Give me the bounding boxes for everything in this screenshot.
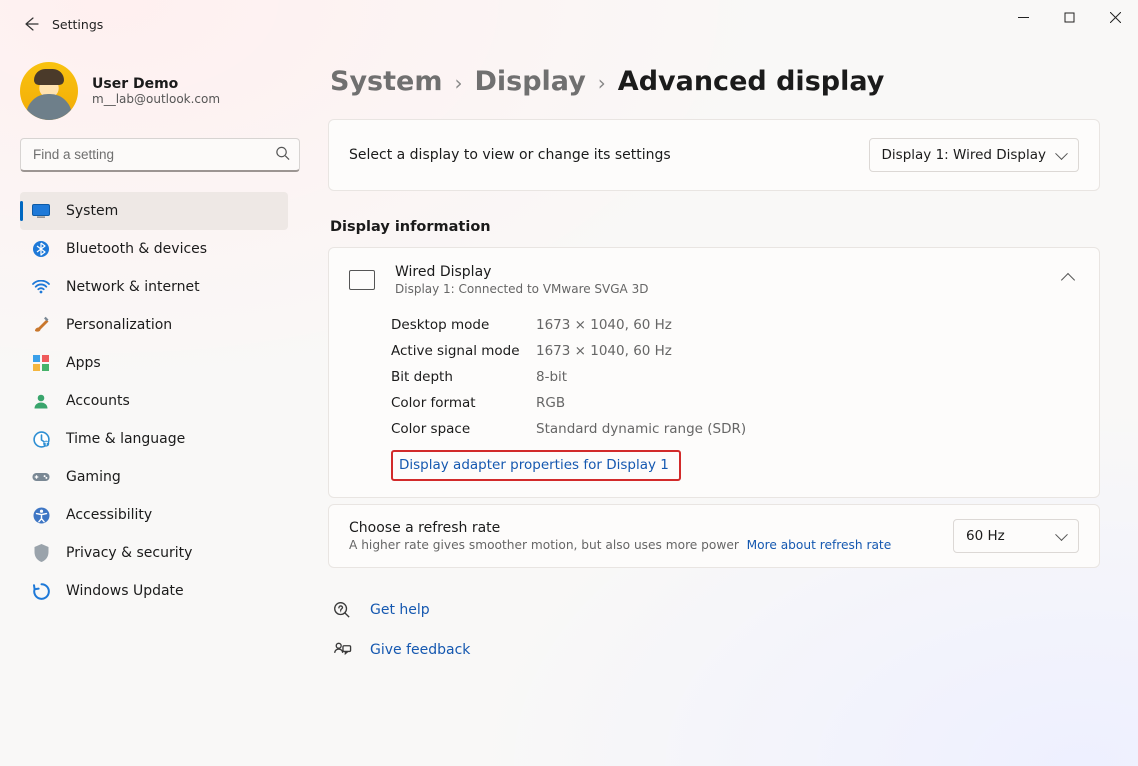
brush-icon: [32, 316, 50, 334]
give-feedback-link[interactable]: Give feedback: [370, 642, 470, 658]
search-input[interactable]: [20, 138, 300, 172]
display-name: Wired Display: [395, 264, 1043, 280]
display-prop-key: Bit depth: [391, 369, 536, 385]
sidebar-item-accessibility[interactable]: Accessibility: [20, 496, 288, 534]
display-prop-key: Color format: [391, 395, 536, 411]
main-content: System › Display › Advanced display Sele…: [308, 48, 1138, 766]
gaming-icon: [32, 468, 50, 486]
user-email: m__lab@outlook.com: [92, 92, 220, 106]
privacy-icon: [32, 544, 50, 562]
wifi-icon: [32, 278, 50, 296]
sidebar-item-label: System: [66, 203, 118, 219]
sidebar-item-label: Apps: [66, 355, 101, 371]
select-display-card: Select a display to view or change its s…: [328, 119, 1100, 191]
display-prop-value: 1673 × 1040, 60 Hz: [536, 317, 672, 333]
display-adapter-properties-link[interactable]: Display adapter properties for Display 1: [391, 450, 681, 481]
clock-icon: [32, 430, 50, 448]
breadcrumb: System › Display › Advanced display: [330, 66, 1100, 97]
arrow-left-icon: [23, 16, 39, 32]
monitor-icon: [349, 270, 375, 290]
refresh-rate-dropdown[interactable]: 60 Hz: [953, 519, 1079, 553]
sidebar-item-label: Gaming: [66, 469, 121, 485]
footer-links: Get help Give feedback: [328, 590, 1100, 670]
sidebar-item-personalization[interactable]: Personalization: [20, 306, 288, 344]
close-button[interactable]: [1092, 0, 1138, 34]
sidebar-item-label: Accessibility: [66, 507, 152, 523]
maximize-button[interactable]: [1046, 0, 1092, 34]
window-controls: [1000, 0, 1138, 34]
display-sub: Display 1: Connected to VMware SVGA 3D: [395, 282, 1043, 296]
sidebar-item-windows-update[interactable]: Windows Update: [20, 572, 288, 610]
apps-icon: [32, 354, 50, 372]
search-icon: [275, 146, 290, 165]
nav-list: System Bluetooth & devices Network & inter…: [20, 192, 288, 610]
refresh-more-link[interactable]: More about refresh rate: [747, 538, 892, 552]
display-prop-value: 1673 × 1040, 60 Hz: [536, 343, 672, 359]
system-icon: [32, 202, 50, 220]
display-prop-key: Active signal mode: [391, 343, 536, 359]
display-prop-row: Desktop mode1673 × 1040, 60 Hz: [391, 312, 1079, 338]
get-help-link[interactable]: Get help: [370, 602, 430, 618]
help-icon: [332, 600, 352, 620]
select-display-text: Select a display to view or change its s…: [349, 147, 853, 163]
refresh-sub: A higher rate gives smoother motion, but…: [349, 538, 937, 552]
search-container: [20, 138, 300, 172]
sidebar-item-network[interactable]: Network & internet: [20, 268, 288, 306]
sidebar-item-privacy[interactable]: Privacy & security: [20, 534, 288, 572]
accessibility-icon: [32, 506, 50, 524]
display-props: Desktop mode1673 × 1040, 60 HzActive sig…: [329, 312, 1099, 497]
sidebar-item-label: Time & language: [66, 431, 185, 447]
breadcrumb-current: Advanced display: [618, 66, 885, 97]
get-help-row[interactable]: Get help: [328, 590, 1100, 630]
sidebar-item-accounts[interactable]: Accounts: [20, 382, 288, 420]
sidebar: User Demo m__lab@outlook.com System Bluet…: [0, 48, 308, 766]
titlebar: Settings: [0, 0, 1138, 48]
section-title: Display information: [330, 219, 1098, 235]
sidebar-item-label: Privacy & security: [66, 545, 192, 561]
back-button[interactable]: [12, 6, 50, 42]
give-feedback-row[interactable]: Give feedback: [328, 630, 1100, 670]
display-prop-row: Color spaceStandard dynamic range (SDR): [391, 416, 1079, 442]
sidebar-item-label: Windows Update: [66, 583, 184, 599]
refresh-title: Choose a refresh rate: [349, 520, 937, 536]
display-prop-row: Bit depth8-bit: [391, 364, 1079, 390]
app-title: Settings: [52, 17, 103, 32]
display-prop-row: Active signal mode1673 × 1040, 60 Hz: [391, 338, 1079, 364]
display-prop-key: Desktop mode: [391, 317, 536, 333]
sidebar-item-label: Network & internet: [66, 279, 200, 295]
feedback-icon: [332, 640, 352, 660]
update-icon: [32, 582, 50, 600]
bluetooth-icon: [32, 240, 50, 258]
refresh-rate-value: 60 Hz: [966, 528, 1005, 544]
sidebar-item-label: Bluetooth & devices: [66, 241, 207, 257]
display-info-header[interactable]: Wired Display Display 1: Connected to VM…: [329, 248, 1099, 312]
chevron-up-icon: [1061, 273, 1075, 287]
sidebar-item-bt-devices[interactable]: Bluetooth & devices: [20, 230, 288, 268]
display-prop-row: Color formatRGB: [391, 390, 1079, 416]
breadcrumb-display[interactable]: Display: [474, 66, 585, 97]
sidebar-item-label: Personalization: [66, 317, 172, 333]
accounts-icon: [32, 392, 50, 410]
display-prop-value: 8-bit: [536, 369, 567, 385]
sidebar-item-time-language[interactable]: Time & language: [20, 420, 288, 458]
display-prop-value: RGB: [536, 395, 565, 411]
sidebar-item-system[interactable]: System: [20, 192, 288, 230]
select-display-dropdown[interactable]: Display 1: Wired Display: [869, 138, 1079, 172]
sidebar-item-apps[interactable]: Apps: [20, 344, 288, 382]
breadcrumb-system[interactable]: System: [330, 66, 442, 97]
avatar: [20, 62, 78, 120]
display-info-card: Wired Display Display 1: Connected to VM…: [328, 247, 1100, 498]
display-prop-key: Color space: [391, 421, 536, 437]
minimize-button[interactable]: [1000, 0, 1046, 34]
display-prop-value: Standard dynamic range (SDR): [536, 421, 746, 437]
chevron-right-icon: ›: [454, 71, 462, 95]
chevron-right-icon: ›: [598, 71, 606, 95]
user-name: User Demo: [92, 76, 220, 92]
refresh-rate-card: Choose a refresh rate A higher rate give…: [328, 504, 1100, 568]
user-header[interactable]: User Demo m__lab@outlook.com: [20, 62, 288, 120]
sidebar-item-gaming[interactable]: Gaming: [20, 458, 288, 496]
sidebar-item-label: Accounts: [66, 393, 130, 409]
select-display-value: Display 1: Wired Display: [882, 147, 1046, 163]
